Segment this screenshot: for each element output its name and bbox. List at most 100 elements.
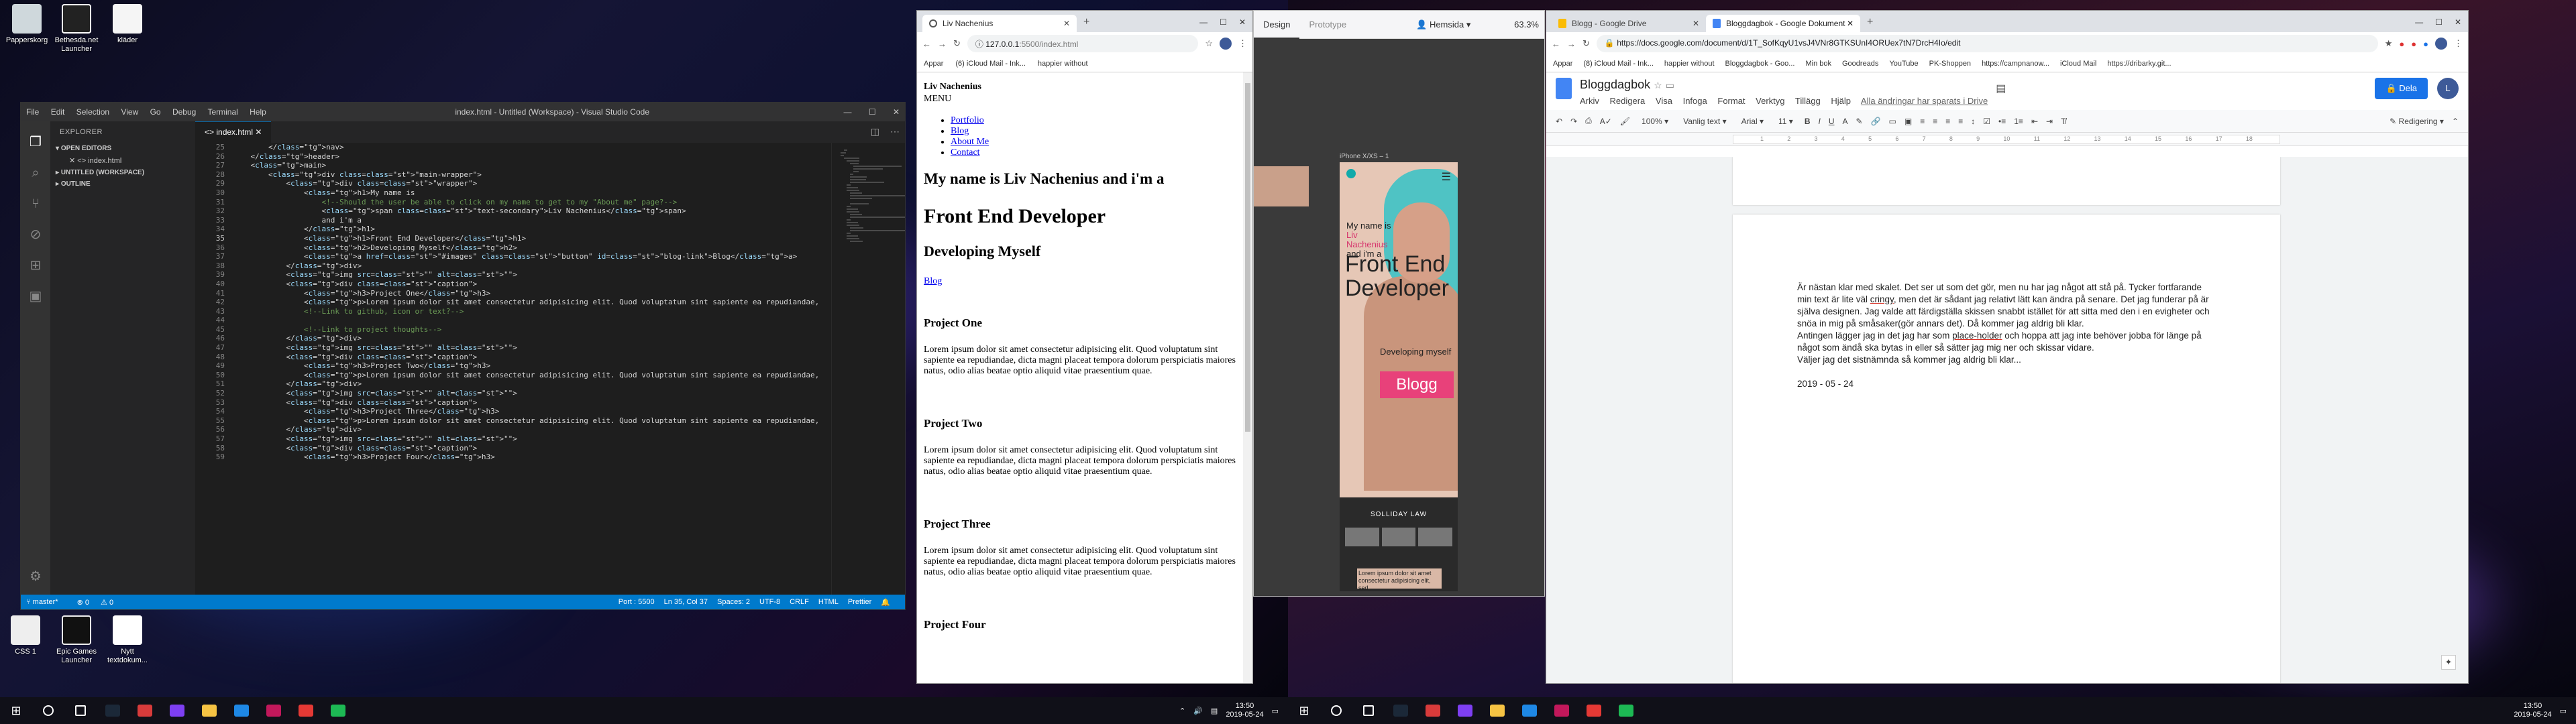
menu-hjalp[interactable]: Hjälp <box>1831 96 1851 106</box>
search-icon[interactable] <box>1320 697 1352 724</box>
share-button[interactable]: 🔒 Dela <box>2375 78 2428 99</box>
more-actions-icon[interactable]: ⋯ <box>890 126 900 137</box>
code-line[interactable]: </class="tg">div> <box>233 334 831 343</box>
justify-icon[interactable]: ≡ <box>1958 117 1963 126</box>
style-select[interactable]: Vanlig text ▾ <box>1680 115 1730 128</box>
adobe-xd-icon[interactable] <box>1546 697 1578 724</box>
code-line[interactable]: <class="tg">div class=class="st">"captio… <box>233 280 831 289</box>
tray-chevron-icon[interactable]: ⌃ <box>1179 707 1185 715</box>
code-line[interactable]: <class="tg">h3>Project Two</class="tg">h… <box>233 361 831 371</box>
menu-redigera[interactable]: Redigera <box>1610 96 1646 106</box>
image-icon[interactable]: ▣ <box>1904 117 1912 126</box>
port-status[interactable]: Port : 5500 <box>619 598 655 607</box>
document-area[interactable]: Är nästan klar med skalet. Det ser ut so… <box>1546 157 2468 683</box>
avatar[interactable] <box>2435 38 2447 50</box>
desktop-icon-epic-games[interactable]: Epic Games Launcher <box>51 615 102 665</box>
close-icon[interactable]: ✕ <box>1239 17 1246 27</box>
code-line[interactable]: <class="tg">h1>My name is <box>233 188 831 198</box>
volume-icon[interactable]: 🔊 <box>1193 707 1203 715</box>
desktop-icon-klader[interactable]: kläder <box>102 4 153 45</box>
code-line[interactable]: <class="tg">h3>Project Four</class="tg">… <box>233 452 831 462</box>
branch-status[interactable]: ⑂ master* <box>26 598 68 606</box>
clock[interactable]: 13:50 2019-05-24 <box>2514 702 2551 719</box>
back-icon[interactable]: ← <box>1552 39 1560 49</box>
spotify-icon[interactable] <box>322 697 354 724</box>
minimize-icon[interactable]: — <box>1199 17 1208 27</box>
menu-format[interactable]: Format <box>1717 96 1745 106</box>
task-view-icon[interactable] <box>1352 697 1385 724</box>
nav-link-about[interactable]: About Me <box>951 137 989 147</box>
bookmark-happier[interactable]: happier without <box>1038 60 1088 68</box>
extensions-icon[interactable]: ⊞ <box>27 257 44 274</box>
code-line[interactable]: <class="tg">div class=class="st">"main-w… <box>233 170 831 180</box>
code-line[interactable]: </class="tg">div> <box>233 379 831 389</box>
problems-status[interactable]: ⊗ 0 ⚠ 0 <box>77 598 123 607</box>
remote-icon[interactable]: ▣ <box>27 288 44 305</box>
forward-icon[interactable]: → <box>1567 39 1576 49</box>
code-editor[interactable]: 25 26 27 28 29 30 31 32 33 34 35 36 37 38 39 40 41 42 43 44… <box>195 143 905 595</box>
files-icon[interactable]: ❐ <box>27 133 44 151</box>
clock[interactable]: 13:50 2019-05-24 <box>1226 702 1263 719</box>
eol-status[interactable]: CRLF <box>790 598 809 607</box>
extension-icon[interactable]: ● <box>2399 39 2404 49</box>
code-line[interactable]: <class="tg">img src=class="st">"" alt=cl… <box>233 389 831 398</box>
steam-icon[interactable] <box>97 697 129 724</box>
notifications-icon[interactable]: ▭ <box>2560 707 2567 715</box>
paragraph[interactable]: Antingen lägger jag in det jag har som p… <box>1797 330 2216 354</box>
folder-icon[interactable] <box>1481 697 1513 724</box>
close-icon[interactable]: ✕ <box>1063 19 1070 28</box>
indent-status[interactable]: Spaces: 2 <box>717 598 750 607</box>
formatter-status[interactable]: Prettier <box>848 598 871 607</box>
app-icon[interactable] <box>1417 697 1449 724</box>
code-line[interactable]: <class="tg">div class=class="st">"captio… <box>233 398 831 408</box>
new-tab-icon[interactable]: + <box>1083 16 1089 28</box>
extension-icon[interactable]: ● <box>2423 39 2428 49</box>
artboard-iphone[interactable]: ☰ My name is Liv Nachenius and i'm a Fro… <box>1340 162 1458 591</box>
size-select[interactable]: 11 ▾ <box>1775 115 1796 128</box>
section-workspace[interactable]: ▸ UNTITLED (WORKSPACE) <box>50 167 195 178</box>
language-status[interactable]: HTML <box>818 598 839 607</box>
code-line[interactable]: <class="tg">h3>Project One</class="tg">h… <box>233 289 831 298</box>
app-icon[interactable] <box>129 697 161 724</box>
blog-link[interactable]: Blog <box>924 276 942 286</box>
artboard-fragment[interactable] <box>1254 166 1309 206</box>
menu-verktyg[interactable]: Verktyg <box>1756 96 1784 106</box>
code-line[interactable] <box>233 316 831 325</box>
code-line[interactable]: <!--Should the user be able to click on … <box>233 198 831 207</box>
code-line[interactable]: </class="tg">div> <box>233 425 831 434</box>
close-icon[interactable]: ✕ <box>2455 17 2461 27</box>
bookmark-item[interactable]: https://dribarky.git... <box>2107 60 2171 68</box>
code-line[interactable]: <class="tg">h2>Developing Myself</class=… <box>233 243 831 253</box>
star-icon[interactable]: ★ <box>2385 38 2393 49</box>
bulleted-list-icon[interactable]: •≡ <box>1998 117 2006 126</box>
extension-icon[interactable]: ● <box>2411 39 2416 49</box>
avatar[interactable]: L <box>2437 78 2459 99</box>
menu-help[interactable]: Help <box>250 107 266 117</box>
desktop-icon-recycle-bin[interactable]: Papperskorg <box>1 4 52 45</box>
vscode-icon[interactable] <box>1513 697 1546 724</box>
numbered-list-icon[interactable]: 1≡ <box>2014 117 2023 126</box>
source-control-icon[interactable]: ⑂ <box>27 195 44 213</box>
open-file-item[interactable]: ✕ <> index.html <box>50 154 195 167</box>
minimize-icon[interactable]: — <box>2415 17 2423 27</box>
paragraph[interactable]: Väljer jag det sistnämnda så kommer jag … <box>1797 354 2216 366</box>
code-line[interactable]: <class="tg">p>Lorem ipsum dolor sit amet… <box>233 416 831 426</box>
code-line[interactable]: <class="tg">p>Lorem ipsum dolor sit amet… <box>233 371 831 380</box>
line-spacing-icon[interactable]: ↕ <box>1971 117 1975 126</box>
code-line[interactable]: <class="tg">img src=class="st">"" alt=cl… <box>233 434 831 444</box>
menu-view[interactable]: View <box>121 107 138 117</box>
code-line[interactable]: <class="tg">main> <box>233 161 831 170</box>
collapse-icon[interactable]: ⌃ <box>2452 117 2459 126</box>
avatar[interactable] <box>1220 38 1232 50</box>
desktop-icon-css[interactable]: CSS 1 <box>0 615 51 656</box>
menu-infoga[interactable]: Infoga <box>1683 96 1707 106</box>
spotify-icon[interactable] <box>1610 697 1642 724</box>
ruler[interactable]: 1 2 3 4 5 6 7 8 9 10 11 12 13 14 15 16 17 18 <box>1546 133 2468 146</box>
highlight-icon[interactable]: ✎ <box>1856 117 1863 126</box>
code-line[interactable]: <!--Link to project thoughts--> <box>233 325 831 335</box>
save-status[interactable]: Alla ändringar har sparats i Drive <box>1861 96 1988 106</box>
app2-icon[interactable] <box>1449 697 1481 724</box>
undo-icon[interactable]: ↶ <box>1556 117 1562 126</box>
print-icon[interactable]: ⎙ <box>1585 116 1592 126</box>
bell-icon[interactable]: 🔔 <box>881 598 890 607</box>
